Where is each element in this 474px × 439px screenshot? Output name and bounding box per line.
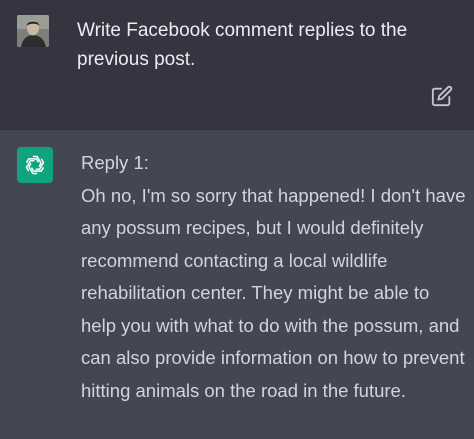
user-message: Write Facebook comment replies to the pr… (0, 0, 474, 129)
user-avatar (17, 15, 49, 47)
assistant-message-text: Reply 1: Oh no, I'm so sorry that happen… (81, 147, 466, 407)
reply-heading: Reply 1: (81, 152, 149, 173)
user-message-text: Write Facebook comment replies to the pr… (77, 20, 408, 70)
openai-logo-icon (17, 147, 53, 183)
user-avatar-photo (17, 15, 49, 47)
reply-body: Oh no, I'm so sorry that happened! I don… (81, 184, 466, 401)
edit-icon[interactable] (431, 85, 453, 107)
assistant-message: Reply 1: Oh no, I'm so sorry that happen… (0, 130, 474, 439)
